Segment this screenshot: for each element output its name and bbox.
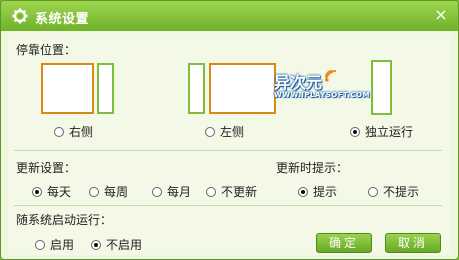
autostart-option-disable[interactable]: 不启用 [91,236,142,253]
dock-option-left-label: 左侧 [220,125,245,139]
hint-option-hide-label: 不提示 [383,185,420,199]
radio-hint-show[interactable] [298,186,308,197]
dock-preview-standalone[interactable] [371,60,392,115]
dock-option-standalone[interactable]: 独立运行 [350,123,413,140]
radio-update-weekly[interactable] [89,186,99,197]
update-option-weekly-label: 每周 [104,185,129,199]
radio-autostart-enable[interactable] [35,239,45,250]
radio-update-never[interactable] [206,186,216,197]
radio-autostart-disable[interactable] [91,239,101,250]
cancel-button[interactable]: 取消 [385,233,441,253]
divider [14,205,442,206]
update-option-weekly[interactable]: 每周 [89,183,128,200]
settings-window: 系统设置 × 停靠位置： 右侧 左侧 异次元 WWW.IPLAYSOFT.COM… [0,0,459,260]
dock-option-right-label: 右侧 [69,125,94,139]
dock-main-panel [41,63,94,114]
dock-section-title: 停靠位置： [16,43,77,57]
settings-content: 停靠位置： 右侧 左侧 异次元 WWW.IPLAYSOFT.COM 独立运行 更… [8,33,451,255]
wifi-icon [325,70,337,82]
ok-button[interactable]: 确定 [316,233,372,253]
autostart-option-enable-label: 启用 [50,238,75,252]
radio-update-daily[interactable] [32,186,42,197]
radio-dock-right[interactable] [54,126,64,137]
radio-dock-standalone[interactable] [350,126,360,137]
watermark-brand: 异次元 [274,73,323,92]
title-bar[interactable]: 系统设置 × [1,1,458,31]
dock-main-panel [209,63,276,114]
radio-dock-left[interactable] [205,126,215,137]
watermark-url: WWW.IPLAYSOFT.COM [274,91,370,99]
update-option-monthly-label: 每月 [167,185,192,199]
window-title: 系统设置 [35,12,90,27]
hint-option-hide[interactable]: 不提示 [368,183,419,200]
update-option-monthly[interactable]: 每月 [152,183,191,200]
dock-side-panel [97,63,114,114]
dock-option-standalone-label: 独立运行 [365,125,414,139]
update-section-title: 更新设置： [16,161,77,175]
close-button[interactable]: × [432,6,450,24]
autostart-option-disable-label: 不启用 [106,238,143,252]
gear-icon [12,8,28,24]
update-option-daily-label: 每天 [47,185,72,199]
radio-update-monthly[interactable] [152,186,162,197]
update-hint-section-title: 更新时提示： [276,161,349,175]
update-option-never[interactable]: 不更新 [206,183,257,200]
update-option-never-label: 不更新 [221,185,258,199]
hint-option-show-label: 提示 [313,185,338,199]
autostart-option-enable[interactable]: 启用 [35,236,74,253]
dock-option-left[interactable]: 左侧 [205,123,244,140]
autostart-section-title: 随系统启动运行： [16,213,113,227]
dock-option-right[interactable]: 右侧 [54,123,93,140]
radio-hint-hide[interactable] [368,186,378,197]
divider [14,150,442,151]
update-option-daily[interactable]: 每天 [32,183,71,200]
dock-side-panel [188,63,205,114]
hint-option-show[interactable]: 提示 [298,183,337,200]
